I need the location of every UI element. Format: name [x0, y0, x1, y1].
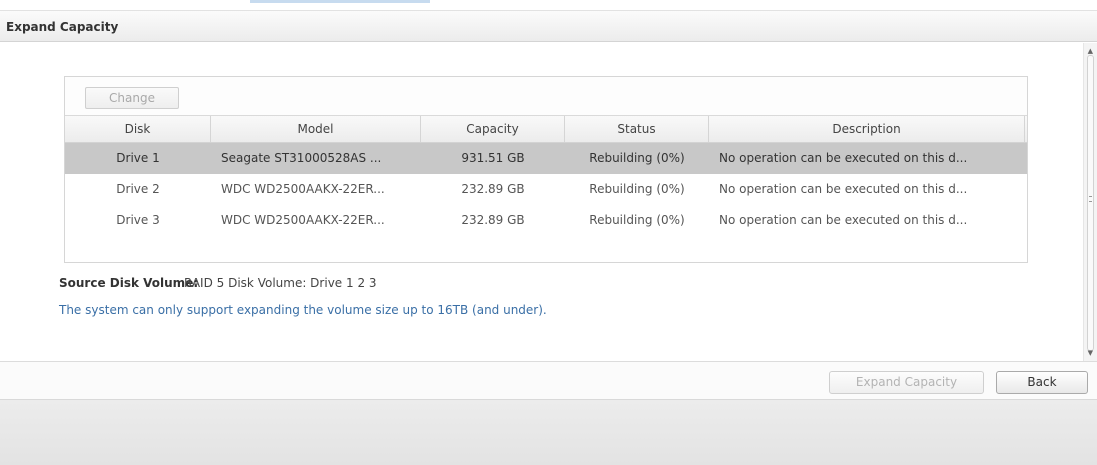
cell-description: No operation can be executed on this d..… [719, 213, 968, 227]
window-top-accent [250, 0, 430, 3]
dialog-title: Expand Capacity [6, 20, 119, 34]
table-row[interactable]: Drive 2 WDC WD2500AAKX-22ER... 232.89 GB… [65, 174, 1027, 205]
cell-disk: Drive 2 [116, 182, 160, 196]
scrollbar-grip-icon [1089, 196, 1092, 202]
back-button[interactable]: Back [996, 371, 1088, 394]
column-header-disk[interactable]: Disk [65, 116, 211, 142]
cell-model: Seagate ST31000528AS ... [221, 151, 382, 165]
cell-model: WDC WD2500AAKX-22ER... [221, 213, 385, 227]
scrollbar-thumb[interactable] [1087, 55, 1094, 351]
grid-header: Disk Model Capacity Status Description [65, 115, 1027, 143]
cell-capacity: 232.89 GB [461, 213, 525, 227]
cell-disk: Drive 3 [116, 213, 160, 227]
vertical-scrollbar[interactable]: ▲ ▼ [1083, 43, 1097, 361]
cell-disk: Drive 1 [116, 151, 160, 165]
cell-description: No operation can be executed on this d..… [719, 182, 968, 196]
cell-description: No operation can be executed on this d..… [719, 151, 968, 165]
column-header-description[interactable]: Description [709, 116, 1025, 142]
capacity-limit-note: The system can only support expanding th… [59, 303, 547, 317]
grid-toolbar: Change [65, 77, 1027, 115]
table-row[interactable]: Drive 1 Seagate ST31000528AS ... 931.51 … [65, 143, 1027, 174]
cell-status: Rebuilding (0%) [589, 151, 685, 165]
bottom-panel [0, 399, 1097, 465]
cell-model: WDC WD2500AAKX-22ER... [221, 182, 385, 196]
table-row[interactable]: Drive 3 WDC WD2500AAKX-22ER... 232.89 GB… [65, 205, 1027, 236]
cell-capacity: 931.51 GB [461, 151, 525, 165]
dialog-title-bar: Expand Capacity [0, 10, 1097, 42]
cell-capacity: 232.89 GB [461, 182, 525, 196]
dialog-footer: Expand Capacity Back [0, 361, 1097, 399]
column-header-capacity[interactable]: Capacity [421, 116, 565, 142]
cell-status: Rebuilding (0%) [589, 182, 685, 196]
expand-capacity-button[interactable]: Expand Capacity [829, 371, 984, 394]
change-button[interactable]: Change [85, 87, 179, 109]
column-header-status[interactable]: Status [565, 116, 709, 142]
column-header-model[interactable]: Model [211, 116, 421, 142]
source-disk-volume-label: Source Disk Volume: [59, 276, 199, 290]
source-disk-volume-value: RAID 5 Disk Volume: Drive 1 2 3 [184, 276, 377, 290]
disk-grid-panel: Change Disk Model Capacity Status Descri… [64, 76, 1028, 263]
cell-status: Rebuilding (0%) [589, 213, 685, 227]
scroll-down-arrow-icon[interactable]: ▼ [1088, 349, 1093, 357]
scroll-up-arrow-icon[interactable]: ▲ [1088, 47, 1093, 55]
